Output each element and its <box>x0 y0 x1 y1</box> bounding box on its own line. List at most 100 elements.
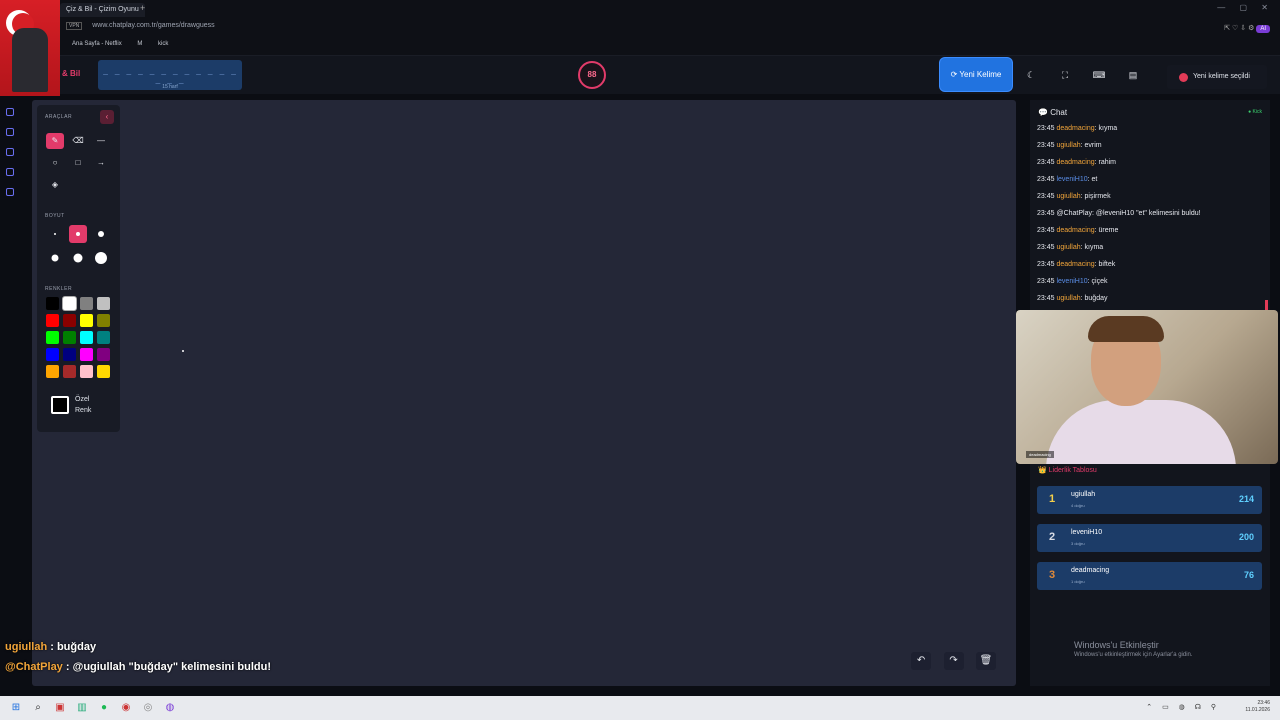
address-bar[interactable]: VPN www.chatplay.com.tr/games/drawguess <box>66 22 215 30</box>
app-icon-3[interactable]: ◉ <box>119 701 133 715</box>
color-swatch[interactable] <box>97 365 110 378</box>
extension-icons: ⇱ ♡ ⇩ ⚙ AI <box>1224 24 1270 33</box>
chat-username[interactable]: ugiullah <box>1056 295 1080 302</box>
download-icon[interactable]: ⇩ <box>1240 25 1246 32</box>
eraser-tool[interactable]: ⌫ <box>69 133 87 149</box>
ai-button[interactable]: AI <box>1256 25 1270 33</box>
color-swatch[interactable] <box>80 331 93 344</box>
app-icon-5[interactable]: ◍ <box>163 701 177 715</box>
chat-username[interactable]: deadmacing <box>1056 261 1094 268</box>
new-word-button[interactable]: ⟳ Yeni Kelime <box>940 58 1012 91</box>
fullscreen-icon[interactable]: ⛶ <box>1058 68 1072 82</box>
color-swatch[interactable] <box>46 297 59 310</box>
gear-icon[interactable] <box>6 188 14 196</box>
drawing-canvas[interactable]: ↶ ↷ 🗑 <box>32 100 1016 686</box>
bookmark-netflix[interactable]: Ana Sayfa - Netflix <box>72 41 122 47</box>
color-swatch[interactable] <box>46 365 59 378</box>
chat-message: 23:45 ugiullah: pişirmek <box>1037 190 1265 207</box>
pencil-tool[interactable]: ✎ <box>46 133 64 149</box>
size-option-3[interactable] <box>92 225 110 243</box>
color-swatch[interactable] <box>63 365 76 378</box>
line-tool[interactable]: — <box>92 133 110 149</box>
stream-chat-overlay: ugiullah : buğday @ChatPlay : @ugiullah … <box>5 637 271 677</box>
bookmark-kick[interactable]: kick <box>158 41 168 47</box>
twitch-icon[interactable] <box>6 108 14 116</box>
rectangle-tool[interactable]: □ <box>69 155 87 171</box>
history-icon[interactable] <box>6 128 14 136</box>
extension-icon[interactable] <box>6 168 14 176</box>
bookmark-gmail[interactable]: M <box>137 41 142 47</box>
chat-username[interactable]: ugiullah <box>1056 193 1080 200</box>
color-swatch[interactable] <box>46 331 59 344</box>
streamer-avatar <box>0 0 60 96</box>
color-swatch[interactable] <box>63 314 76 327</box>
color-swatch[interactable] <box>63 331 76 344</box>
new-tab-button[interactable]: + <box>140 3 145 13</box>
chat-username[interactable]: leveniH10 <box>1056 176 1087 183</box>
window-controls[interactable]: — ▢ ✕ <box>1217 3 1274 12</box>
color-swatch[interactable] <box>97 297 110 310</box>
system-tray[interactable]: ⌃ ▭ ◍ ☊ ⚲ <box>1146 703 1220 711</box>
spotify-icon[interactable]: ● <box>97 701 111 715</box>
taskbar-clock[interactable]: 23:46 11.01.2026 <box>1245 700 1270 714</box>
heart-icon[interactable]: ♡ <box>1232 25 1238 32</box>
color-swatch[interactable] <box>97 314 110 327</box>
collapse-toolbox-button[interactable]: ‹ <box>100 110 114 124</box>
chat-text: : üreme <box>1094 227 1119 234</box>
app-icon-4[interactable]: ◎ <box>141 701 155 715</box>
chat-time: 23:45 <box>1037 261 1055 268</box>
color-swatch[interactable] <box>46 314 59 327</box>
color-swatch[interactable] <box>97 348 110 361</box>
chat-username[interactable]: ugiullah <box>1056 244 1080 251</box>
chat-username[interactable]: ugiullah <box>1056 142 1080 149</box>
color-swatch[interactable] <box>63 348 76 361</box>
color-swatch[interactable] <box>46 348 59 361</box>
browser-side-rail <box>0 96 20 696</box>
color-swatch[interactable] <box>80 365 93 378</box>
color-swatch[interactable] <box>80 314 93 327</box>
windows-start-icon[interactable]: ⊞ <box>9 701 23 715</box>
color-swatch[interactable] <box>63 297 76 310</box>
size-option-5[interactable] <box>69 249 87 267</box>
redo-icon[interactable]: ↷ <box>943 652 964 670</box>
chat-username[interactable]: deadmacing <box>1056 159 1094 166</box>
size-option-4[interactable] <box>46 249 64 267</box>
search-icon[interactable]: ⌕ <box>31 701 45 715</box>
share-icon[interactable]: ⇱ <box>1224 25 1230 32</box>
chat-text: : kıyma <box>1094 125 1118 132</box>
size-option-1[interactable] <box>46 225 64 243</box>
overlay-text-1: : buğday <box>47 641 97 653</box>
chat-time: 23:45 <box>1037 159 1055 166</box>
app-icon-2[interactable]: ▥ <box>75 701 89 715</box>
moon-icon[interactable]: ☾ <box>1024 68 1038 82</box>
size-option-6[interactable] <box>92 249 110 267</box>
chat-text: : rahim <box>1094 159 1117 166</box>
panel-icon[interactable]: ▤ <box>1126 68 1140 82</box>
browser-tab[interactable]: Çiz & Bil - Çizim Oyunu <box>60 3 145 17</box>
trash-icon[interactable]: 🗑 <box>976 652 996 670</box>
keyboard-icon[interactable]: ⌨ <box>1092 68 1106 82</box>
arrow-tool[interactable]: → <box>92 155 110 171</box>
chat-username[interactable]: deadmacing <box>1056 125 1094 132</box>
color-swatch[interactable] <box>97 331 110 344</box>
color-swatch[interactable] <box>80 297 93 310</box>
word-length-hint: 15 harf <box>162 84 178 90</box>
bookmark-icon[interactable] <box>6 148 14 156</box>
leaderboard-title: 👑 Liderlik Tablosu <box>1038 467 1097 474</box>
windows-activation-notice: Windows'u Etkinleştir Windows'u etkinleş… <box>1074 640 1193 658</box>
fill-tool[interactable]: ◈ <box>46 177 64 193</box>
color-swatch[interactable] <box>80 348 93 361</box>
chat-username[interactable]: leveniH10 <box>1056 278 1087 285</box>
leaderboard-score: 214 <box>1238 494 1254 504</box>
custom-color-swatch[interactable] <box>51 396 69 414</box>
settings-icon[interactable]: ⚙ <box>1248 25 1254 32</box>
chat-message: 23:45 @ChatPlay: @leveniH10 "et" kelimes… <box>1037 207 1265 224</box>
app-icon-1[interactable]: ▣ <box>53 701 67 715</box>
undo-icon[interactable]: ↶ <box>911 652 932 670</box>
circle-tool[interactable]: ○ <box>46 155 64 171</box>
chat-time: 23:45 <box>1037 176 1055 183</box>
chat-username[interactable]: deadmacing <box>1056 227 1094 234</box>
vpn-badge[interactable]: VPN <box>66 22 83 30</box>
overlay-user-1: ugiullah <box>5 641 48 653</box>
size-option-2[interactable] <box>69 225 87 243</box>
